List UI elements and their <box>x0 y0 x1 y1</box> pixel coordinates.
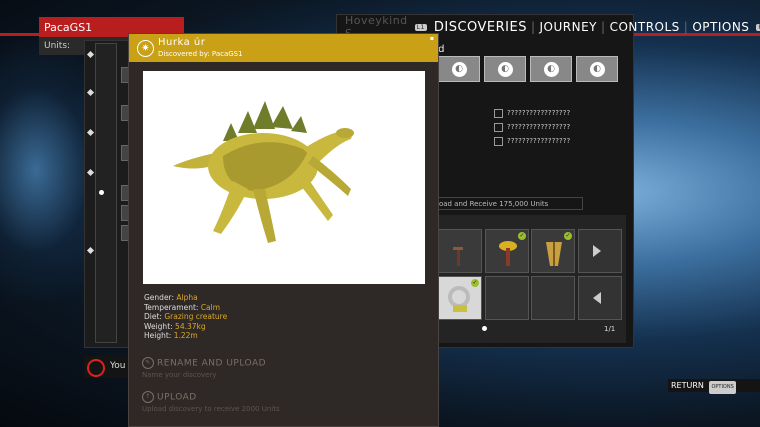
next-page-button[interactable] <box>578 229 622 273</box>
tab-options[interactable]: OPTIONS <box>688 20 753 34</box>
tab-journey[interactable]: JOURNEY <box>536 20 602 34</box>
check-badge-icon: ✓ <box>471 279 479 287</box>
page-indicator-dot <box>482 326 487 331</box>
category-button[interactable]: ◐ <box>438 56 480 82</box>
upload-button[interactable]: ↑ UPLOAD <box>142 391 197 403</box>
checkbox[interactable] <box>494 108 503 118</box>
check-badge-icon: ✓ <box>518 232 526 240</box>
stat-value: 54.37kg <box>175 321 206 331</box>
stat-label: Temperament: <box>144 302 201 312</box>
tree-row[interactable] <box>85 125 129 141</box>
stat-height: Height: 1.22m <box>144 331 227 341</box>
discovery-cell[interactable] <box>531 276 575 320</box>
prev-page-button[interactable] <box>578 276 622 320</box>
tree-row[interactable] <box>85 85 129 101</box>
stat-label: Gender: <box>144 293 177 302</box>
checklist-item: ????????????????? <box>494 106 570 120</box>
category-icon: ◐ <box>589 61 605 77</box>
tree-row[interactable] <box>85 165 129 181</box>
return-button[interactable]: RETURN OPTIONS <box>668 379 760 394</box>
rename-upload-desc: Name your discovery <box>142 371 217 379</box>
creature-image <box>143 71 425 284</box>
creature-stats: Gender: Alpha Temperament: Calm Diet: Gr… <box>144 293 227 341</box>
category-button[interactable]: ◐ <box>576 56 618 82</box>
upload-all-button[interactable]: load and Receive 175,000 Units <box>432 197 583 210</box>
checklist-text: ????????????????? <box>507 137 571 145</box>
discovery-grid: ✓ ✓ ✓ <box>438 229 624 322</box>
corner-mark-icon: ▪ <box>429 35 434 42</box>
creature-detail-popup: ✷ Hurka úr Discovered by: PacaGS1 ▪ Gend… <box>128 33 439 427</box>
checkbox[interactable] <box>494 122 503 132</box>
stat-weight: Weight: 54.37kg <box>144 322 227 332</box>
discovery-cell[interactable] <box>438 229 482 273</box>
upload-label: UPLOAD <box>157 392 197 403</box>
return-label: RETURN <box>671 381 704 390</box>
category-icon: ◐ <box>543 61 559 77</box>
discovery-cell[interactable]: ✓ <box>485 229 529 273</box>
diamond-icon <box>86 246 95 255</box>
checklist-text: ????????????????? <box>507 123 571 131</box>
stat-gender: Gender: Alpha <box>144 293 227 303</box>
stat-value: Calm <box>200 302 221 312</box>
category-icon: ◐ <box>451 61 467 77</box>
plant-icon <box>453 247 463 266</box>
atlas-logo-icon: ✷ <box>137 40 154 57</box>
category-icon: ◐ <box>497 61 513 77</box>
stat-value: Grazing creature <box>164 312 228 321</box>
stat-label: Weight: <box>144 321 176 331</box>
category-button[interactable]: ◐ <box>530 56 572 82</box>
stat-value: 1.22m <box>173 331 198 340</box>
checklist-text: ????????????????? <box>507 109 571 117</box>
check-badge-icon: ✓ <box>564 232 572 240</box>
rename-upload-label: RENAME AND UPLOAD <box>157 358 267 369</box>
r1-key-badge: R1 <box>756 23 760 31</box>
options-key-badge: OPTIONS <box>709 381 736 394</box>
category-button[interactable]: ◐ <box>484 56 526 82</box>
diamond-icon <box>86 168 95 177</box>
stat-label: Diet: <box>144 312 165 321</box>
discovery-cell[interactable]: ✓ <box>531 229 575 273</box>
arrow-left-icon <box>593 292 601 304</box>
upload-desc: Upload discovery to receive 2000 Units <box>142 405 280 413</box>
tab-discoveries[interactable]: DISCOVERIES <box>430 20 531 35</box>
popup-header: ✷ Hurka úr Discovered by: PacaGS1 ▪ <box>129 34 438 62</box>
creature-name: Hurka úr <box>158 37 206 48</box>
l1-key-badge: L1 <box>414 23 427 31</box>
rename-icon: ✎ <box>142 357 154 369</box>
scroll-indicator <box>99 190 104 195</box>
ring-icon <box>87 359 105 377</box>
checklist-item: ????????????????? <box>494 134 570 148</box>
tab-controls[interactable]: CONTROLS <box>606 20 684 34</box>
diamond-icon <box>86 128 95 137</box>
discovery-checklist: ????????????????? ????????????????? ????… <box>494 106 570 148</box>
category-strip: ◐ ◐ ◐ ◐ <box>438 56 628 84</box>
stegosaur-creature-icon <box>173 101 354 243</box>
arrow-right-icon <box>593 245 601 257</box>
discovery-cell[interactable] <box>485 276 529 320</box>
tree-row[interactable] <box>85 243 129 259</box>
stat-temperament: Temperament: Calm <box>144 303 227 313</box>
page-count: 1/1 <box>604 325 616 333</box>
checklist-item: ????????????????? <box>494 120 570 134</box>
stat-diet: Diet: Grazing creature <box>144 312 227 322</box>
stat-value: Alpha <box>176 293 198 302</box>
discovery-cell[interactable]: ✓ <box>438 276 482 320</box>
checkbox[interactable] <box>494 136 503 146</box>
upload-icon: ↑ <box>142 391 154 403</box>
stat-label: Height: <box>144 331 174 340</box>
tree-row[interactable] <box>85 47 129 63</box>
diamond-icon <box>86 88 95 97</box>
rename-upload-button[interactable]: ✎ RENAME AND UPLOAD <box>142 357 266 369</box>
diamond-icon <box>86 50 95 59</box>
discovered-by: Discovered by: PacaGS1 <box>158 50 243 58</box>
